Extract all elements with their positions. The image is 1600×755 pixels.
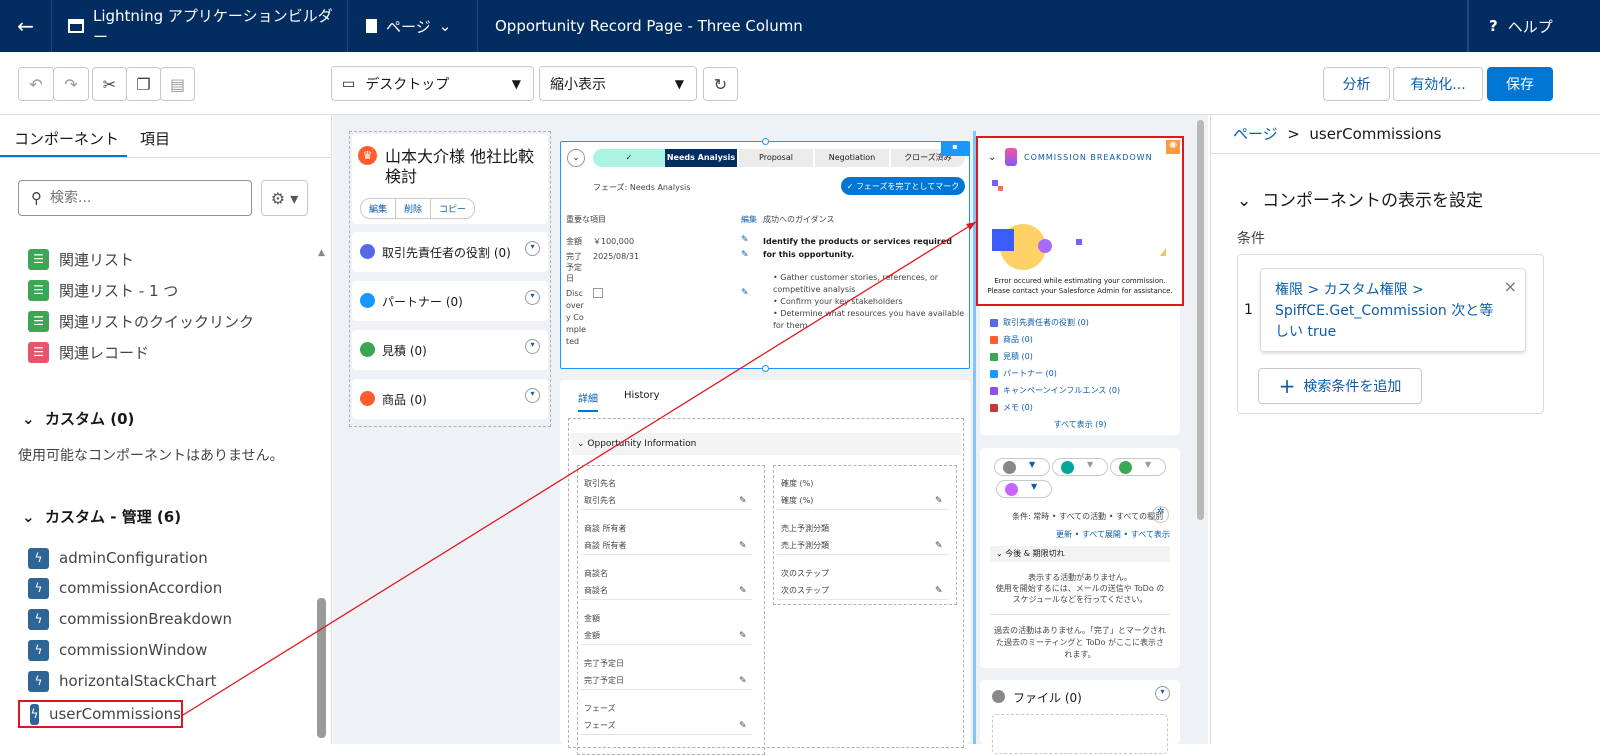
arrow-line	[182, 221, 977, 716]
arrow-head	[966, 222, 976, 230]
annotation-arrow	[182, 221, 977, 716]
